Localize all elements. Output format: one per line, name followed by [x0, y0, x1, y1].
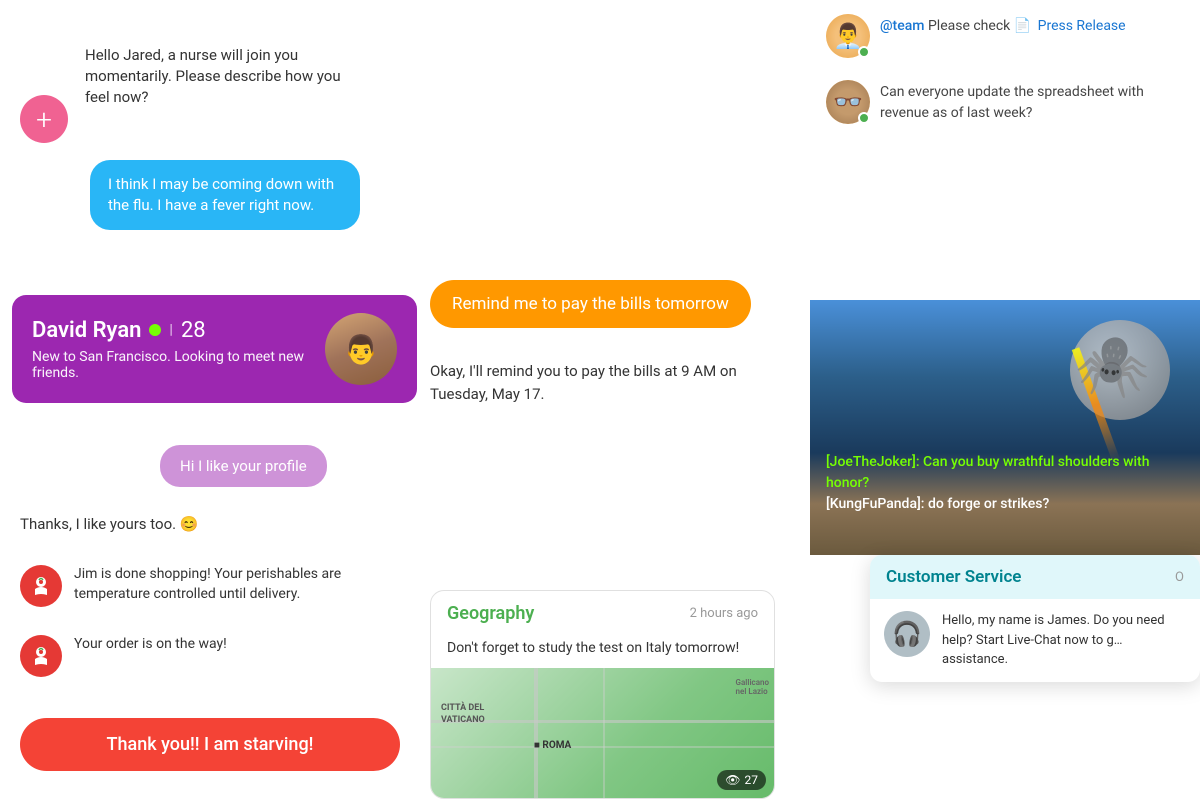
- reminder-reply-message: Okay, I'll remind you to pay the bills a…: [430, 360, 760, 405]
- online-dot-1: [858, 46, 870, 58]
- medical-chat-panel: + Hello Jared, a nurse will join you mom…: [0, 0, 420, 800]
- cs-avatar: 🎧: [884, 611, 930, 657]
- thank-you-button[interactable]: Thank you!! I am starving!: [20, 718, 400, 771]
- profile-info: David Ryan | 28 New to San Francisco. Lo…: [32, 318, 315, 381]
- profile-name-row: David Ryan | 28: [32, 318, 315, 343]
- online-indicator: [149, 324, 161, 336]
- geography-time: 2 hours ago: [690, 606, 758, 621]
- thanks-message: Thanks, I like yours too. 😊: [20, 515, 198, 533]
- team-message-text-1: @team Please check 📄 Press Release: [880, 14, 1126, 37]
- game-creature: 🕷️: [1075, 330, 1150, 401]
- profile-bio: New to San Francisco. Looking to meet ne…: [32, 349, 315, 381]
- hi-message-bubble: Hi I like your profile: [160, 445, 327, 487]
- cs-title: Customer Service: [886, 567, 1021, 587]
- geography-message: Don't forget to study the test on Italy …: [431, 636, 774, 668]
- team-message-1: 👨‍💼 @team Please check 📄 Press Release: [810, 0, 1200, 72]
- cs-status: O: [1175, 570, 1184, 585]
- online-dot-2: [858, 112, 870, 124]
- map-image: CITTÀ DELVATICANO ■ ROMA Gallicanonel La…: [431, 668, 774, 798]
- cs-avatar-image: 🎧: [892, 620, 922, 648]
- grocery-message-1: Jim is done shopping! Your perishables a…: [20, 565, 354, 607]
- grocery-message-2: Your order is on the way!: [20, 635, 227, 677]
- grocery-text-2: Your order is on the way!: [74, 635, 227, 655]
- patient-message-bubble: I think I may be coming down with the fl…: [90, 160, 360, 230]
- team-chat-panel: 👨‍💼 @team Please check 📄 Press Release 👓…: [810, 0, 1200, 138]
- team-message-text-2: Can everyone update the spreadsheet with…: [880, 80, 1184, 124]
- grocery-text-1: Jim is done shopping! Your perishables a…: [74, 565, 354, 604]
- game-chat-line-1: [JoeTheJoker]: Can you buy wrathful shou…: [826, 452, 1184, 494]
- team-message-2: 👓 Can everyone update the spreadsheet wi…: [810, 72, 1200, 138]
- profile-avatar: 👨: [325, 313, 397, 385]
- avatar-image: 👨: [325, 313, 397, 385]
- add-button[interactable]: +: [20, 95, 68, 143]
- view-count-badge: 👁 27: [717, 770, 766, 790]
- press-release-link[interactable]: Press Release: [1038, 18, 1126, 34]
- grocery-icon-2: [20, 635, 62, 677]
- file-icon: 📄: [1014, 18, 1031, 34]
- geography-card: Geography 2 hours ago Don't forget to st…: [430, 590, 775, 799]
- reminder-request-bubble: Remind me to pay the bills tomorrow: [430, 280, 751, 328]
- avatar-2: 👓: [826, 80, 870, 124]
- geography-card-header: Geography 2 hours ago: [431, 591, 774, 636]
- avatar-1: 👨‍💼: [826, 14, 870, 58]
- profile-card[interactable]: David Ryan | 28 New to San Francisco. Lo…: [12, 295, 417, 403]
- game-chat-line-2: [KungFuPanda]: do forge or strikes?: [826, 494, 1184, 515]
- cs-header: Customer Service O: [870, 555, 1200, 599]
- grocery-icon-1: [20, 565, 62, 607]
- game-panel: 🕷️ [JoeTheJoker]: Can you buy wrathful s…: [810, 300, 1200, 555]
- customer-service-panel: Customer Service O 🎧 Hello, my name is J…: [870, 555, 1200, 682]
- team-mention: @team: [880, 18, 924, 34]
- game-chat-overlay: [JoeTheJoker]: Can you buy wrathful shou…: [826, 452, 1184, 515]
- nurse-message: Hello Jared, a nurse will join you momen…: [85, 45, 365, 108]
- cs-body: 🎧 Hello, my name is James. Do you need h…: [870, 599, 1200, 682]
- cs-message: Hello, my name is James. Do you need hel…: [942, 611, 1186, 670]
- geography-title: Geography: [447, 603, 534, 624]
- plus-icon: +: [36, 103, 52, 136]
